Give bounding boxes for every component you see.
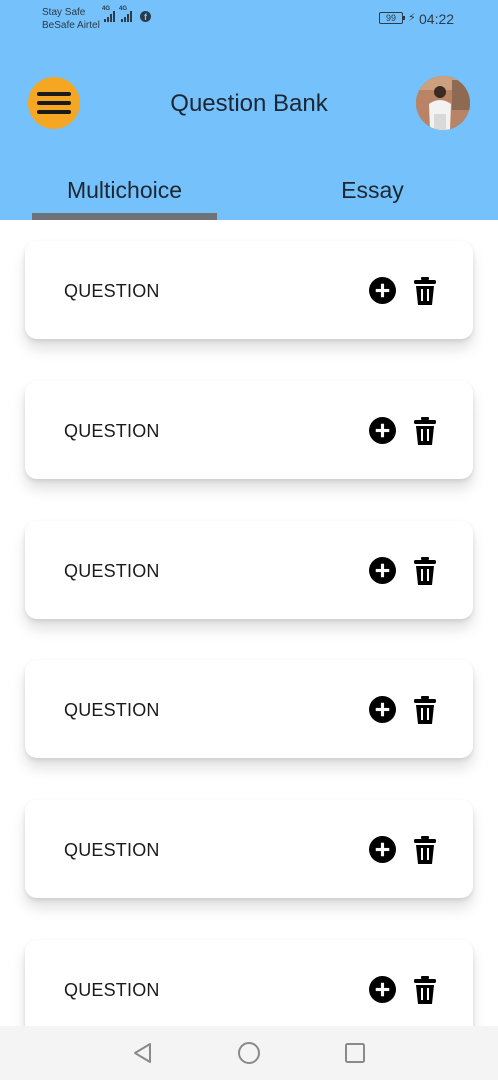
trash-icon[interactable] <box>414 836 436 864</box>
signal-icon: 4G <box>119 6 132 22</box>
question-card[interactable]: QUESTION <box>25 660 473 758</box>
system-navigation-bar <box>0 1026 498 1080</box>
network-type: 4G <box>102 6 111 12</box>
status-bar: Stay Safe BeSafe Airtel 4G 4G f 99 ⚡ 04:… <box>0 0 498 40</box>
profile-photo <box>416 76 470 130</box>
question-label: QUESTION <box>64 421 160 441</box>
question-card[interactable]: QUESTION <box>25 241 473 339</box>
question-card[interactable]: QUESTION <box>25 800 473 898</box>
app-header: Stay Safe BeSafe Airtel 4G 4G f 99 ⚡ 04:… <box>0 0 498 220</box>
status-time: 04:22 <box>419 11 455 27</box>
trash-icon[interactable] <box>414 417 436 445</box>
question-label: QUESTION <box>64 980 160 1000</box>
battery-icon: 99 <box>379 12 405 24</box>
question-list[interactable]: QUESTION QUESTION QUESTION QUESTION QUES… <box>0 220 498 1026</box>
charging-icon: ⚡ <box>408 12 416 24</box>
question-label: QUESTION <box>64 281 160 301</box>
question-label: QUESTION <box>64 700 160 720</box>
tab-multichoice[interactable]: Multichoice <box>32 177 217 204</box>
plus-circle-icon[interactable] <box>369 696 396 723</box>
question-label: QUESTION <box>64 840 160 860</box>
facebook-icon: f <box>140 11 151 22</box>
signal-indicators: 4G 4G f <box>102 6 151 22</box>
trash-icon[interactable] <box>414 976 436 1004</box>
plus-circle-icon[interactable] <box>369 417 396 444</box>
network-type: 4G <box>119 6 128 12</box>
back-icon[interactable] <box>130 1040 156 1066</box>
recent-apps-icon[interactable] <box>342 1040 368 1066</box>
trash-icon[interactable] <box>414 557 436 585</box>
trash-icon[interactable] <box>414 696 436 724</box>
question-card[interactable]: QUESTION <box>25 381 473 479</box>
home-icon[interactable] <box>236 1040 262 1066</box>
question-label: QUESTION <box>64 561 160 581</box>
plus-circle-icon[interactable] <box>369 836 396 863</box>
question-card[interactable]: QUESTION <box>25 521 473 619</box>
plus-circle-icon[interactable] <box>369 976 396 1003</box>
signal-icon: 4G <box>102 6 115 22</box>
question-bank-screen: Stay Safe BeSafe Airtel 4G 4G f 99 ⚡ 04:… <box>0 0 498 1080</box>
carrier-line-2: BeSafe Airtel <box>42 20 100 31</box>
plus-circle-icon[interactable] <box>369 557 396 584</box>
active-tab-indicator <box>32 213 217 220</box>
carrier-info: Stay Safe BeSafe Airtel <box>42 6 100 32</box>
avatar[interactable] <box>416 76 470 130</box>
trash-icon[interactable] <box>414 277 436 305</box>
question-card[interactable]: QUESTION <box>25 940 473 1026</box>
plus-circle-icon[interactable] <box>369 277 396 304</box>
tab-essay[interactable]: Essay <box>280 177 465 204</box>
carrier-line-1: Stay Safe <box>42 7 86 18</box>
